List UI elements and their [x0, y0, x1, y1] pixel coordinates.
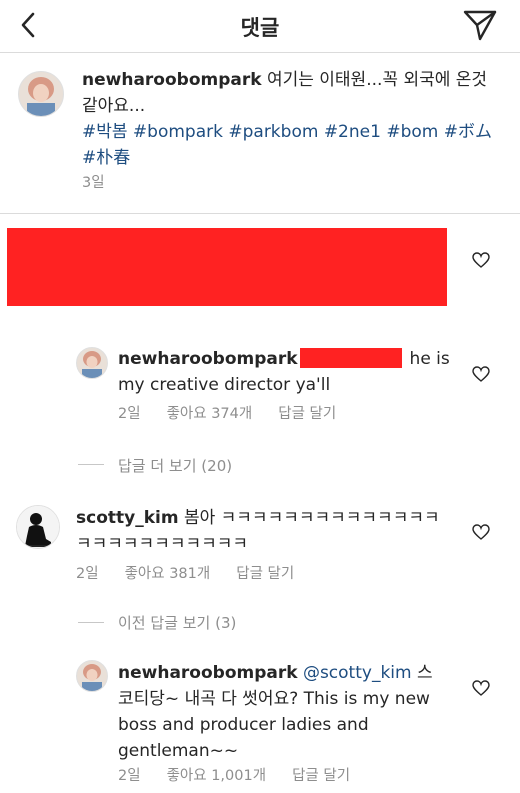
- like-heart-icon[interactable]: [472, 252, 490, 268]
- comment-time: 2일: [76, 566, 99, 582]
- send-icon[interactable]: [462, 8, 498, 42]
- post-time: 3일: [82, 175, 105, 191]
- avatar[interactable]: [76, 347, 108, 379]
- like-heart-icon[interactable]: [472, 366, 490, 382]
- comment-time: 2일: [118, 768, 141, 784]
- reply-button[interactable]: 답글 달기: [292, 768, 350, 784]
- comment-username[interactable]: scotty_kim: [76, 508, 179, 528]
- comment-body: scotty_kim 봄아 ㅋㅋㅋㅋㅋㅋㅋㅋㅋㅋㅋㅋㅋㅋㅋㅋㅋㅋㅋㅋㅋㅋㅋㅋㅋ: [76, 505, 446, 557]
- page-title: 댓글: [240, 16, 280, 40]
- post-hashtags[interactable]: #박봄 #bompark #parkbom #2ne1 #bom #ボム #朴春: [82, 122, 492, 168]
- comment-likes[interactable]: 좋아요 374개: [167, 406, 253, 422]
- redaction-block: [7, 228, 447, 306]
- comment-likes[interactable]: 좋아요 381개: [125, 566, 211, 582]
- comment-meta: 2일 좋아요 381개 답글 달기: [76, 562, 320, 583]
- reply-button[interactable]: 답글 달기: [278, 406, 336, 422]
- comment-body: newharoobompark he is my creative directo…: [118, 346, 468, 398]
- comment-body: newharoobompark @scotty_kim 스코티당~ 내곡 다 썻…: [118, 660, 448, 764]
- avatar[interactable]: [16, 505, 60, 549]
- comment-likes[interactable]: 좋아요 1,001개: [167, 768, 266, 784]
- avatar[interactable]: [18, 71, 64, 117]
- comment-meta: 2일 좋아요 374개 답글 달기: [118, 402, 362, 423]
- post-caption: newharoobompark 여기는 이태원...꼭 외국에 온것같아요...…: [0, 53, 520, 214]
- avatar[interactable]: [76, 660, 108, 692]
- comment-meta: 2일 좋아요 1,001개 답글 달기: [118, 764, 376, 785]
- like-heart-icon[interactable]: [472, 524, 490, 540]
- view-previous-replies-button[interactable]: 이전 답글 보기 (3): [118, 612, 236, 633]
- comment-username[interactable]: newharoobompark: [118, 349, 298, 369]
- reply-button[interactable]: 답글 달기: [236, 566, 294, 582]
- thread-divider: [78, 622, 104, 623]
- like-heart-icon[interactable]: [472, 680, 490, 696]
- comment-username[interactable]: newharoobompark: [118, 663, 298, 683]
- header-bar: 댓글: [0, 0, 520, 53]
- view-more-replies-button[interactable]: 답글 더 보기 (20): [118, 455, 232, 476]
- post-username[interactable]: newharoobompark: [82, 70, 262, 90]
- thread-divider: [78, 464, 104, 465]
- comment-time: 2일: [118, 406, 141, 422]
- comment-mention[interactable]: @scotty_kim: [303, 663, 412, 683]
